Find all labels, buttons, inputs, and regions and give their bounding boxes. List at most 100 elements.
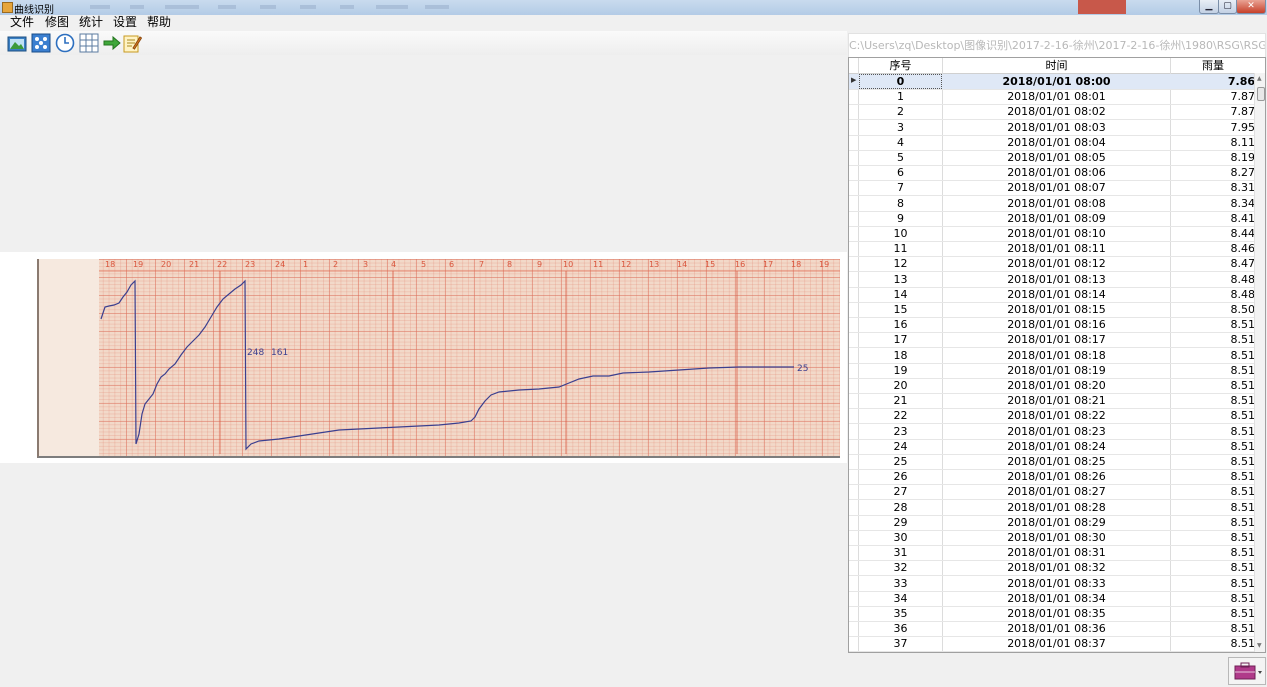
cell-rainfall[interactable]: 8.51 — [1171, 484, 1256, 499]
cell-time[interactable]: 2018/01/01 08:10 — [943, 226, 1170, 241]
cell-index[interactable]: 35 — [859, 606, 942, 621]
cell-index[interactable]: 31 — [859, 545, 942, 560]
table-row[interactable]: 35 2018/01/01 08:35 8.51 — [849, 606, 1257, 622]
table-row[interactable]: 34 2018/01/01 08:34 8.51 — [849, 591, 1257, 607]
cell-rainfall[interactable]: 8.41 — [1171, 211, 1256, 226]
cell-rainfall[interactable]: 8.47 — [1171, 256, 1256, 271]
cell-index[interactable]: 32 — [859, 560, 942, 575]
table-row[interactable]: 32 2018/01/01 08:32 8.51 — [849, 560, 1257, 577]
file-path-field[interactable]: C:\Users\zq\Desktop\图像识别\2017-2-16-徐州\20… — [848, 33, 1266, 58]
table-row[interactable]: 17 2018/01/01 08:17 8.51 — [849, 332, 1257, 349]
table-row[interactable]: 19 2018/01/01 08:19 8.51 — [849, 363, 1257, 379]
table-row[interactable]: 30 2018/01/01 08:30 8.51 — [849, 530, 1257, 546]
cell-rainfall[interactable]: 8.44 — [1171, 226, 1256, 241]
table-row[interactable]: 31 2018/01/01 08:31 8.51 — [849, 545, 1257, 562]
cell-index[interactable]: 24 — [859, 439, 942, 454]
cell-time[interactable]: 2018/01/01 08:29 — [943, 515, 1170, 530]
cell-rainfall[interactable]: 8.51 — [1171, 424, 1256, 439]
cell-rainfall[interactable]: 7.87 — [1171, 104, 1256, 119]
cell-time[interactable]: 2018/01/01 08:33 — [943, 576, 1170, 591]
cell-rainfall[interactable]: 8.51 — [1171, 393, 1256, 408]
cell-rainfall[interactable]: 8.46 — [1171, 241, 1256, 256]
cell-time[interactable]: 2018/01/01 08:07 — [943, 180, 1170, 195]
table-row[interactable]: 5 2018/01/01 08:05 8.19 — [849, 150, 1257, 166]
table-row[interactable]: 18 2018/01/01 08:18 8.51 — [849, 348, 1257, 364]
cell-index[interactable]: 22 — [859, 408, 942, 423]
scroll-up-icon[interactable]: ▲ — [1257, 75, 1262, 82]
menu-statistics[interactable]: 统计 — [79, 15, 103, 30]
menu-edit-image[interactable]: 修图 — [45, 15, 69, 30]
cell-index[interactable]: 5 — [859, 150, 942, 165]
cell-rainfall[interactable]: 8.51 — [1171, 515, 1256, 530]
cell-rainfall[interactable]: 8.51 — [1171, 454, 1256, 469]
cell-index[interactable]: 36 — [859, 621, 942, 636]
table-row[interactable]: 13 2018/01/01 08:13 8.48 — [849, 272, 1257, 288]
cell-rainfall[interactable]: 8.51 — [1171, 591, 1256, 606]
table-row[interactable]: 23 2018/01/01 08:23 8.51 — [849, 424, 1257, 440]
cell-time[interactable]: 2018/01/01 08:08 — [943, 196, 1170, 211]
cell-index[interactable]: 10 — [859, 226, 942, 241]
cell-index[interactable]: 1 — [859, 89, 942, 104]
cell-index[interactable]: 4 — [859, 135, 942, 150]
cell-time[interactable]: 2018/01/01 08:03 — [943, 120, 1170, 135]
cell-rainfall[interactable]: 8.51 — [1171, 408, 1256, 423]
cell-time[interactable]: 2018/01/01 08:09 — [943, 211, 1170, 226]
cell-time[interactable]: 2018/01/01 08:05 — [943, 150, 1170, 165]
table-row[interactable]: 8 2018/01/01 08:08 8.34 — [849, 196, 1257, 212]
cell-time[interactable]: 2018/01/01 08:00 — [943, 74, 1170, 89]
cell-time[interactable]: 2018/01/01 08:30 — [943, 530, 1170, 545]
column-header-rainfall[interactable]: 雨量 — [1171, 58, 1255, 74]
minimize-button[interactable]: ▁ — [1199, 0, 1219, 14]
table-row[interactable]: 36 2018/01/01 08:36 8.51 — [849, 621, 1257, 638]
cell-rainfall[interactable]: 8.51 — [1171, 545, 1256, 560]
cell-index[interactable]: 25 — [859, 454, 942, 469]
table-row[interactable]: 4 2018/01/01 08:04 8.11 — [849, 135, 1257, 151]
scroll-down-icon[interactable]: ▼ — [1257, 642, 1262, 649]
cell-rainfall[interactable]: 8.48 — [1171, 272, 1256, 287]
cell-index[interactable]: 6 — [859, 165, 942, 180]
cell-time[interactable]: 2018/01/01 08:16 — [943, 317, 1170, 332]
cell-rainfall[interactable]: 8.51 — [1171, 363, 1256, 378]
toolbox-button[interactable] — [1228, 657, 1266, 685]
cell-index[interactable]: 21 — [859, 393, 942, 408]
table-row[interactable]: 10 2018/01/01 08:10 8.44 — [849, 226, 1257, 242]
cell-time[interactable]: 2018/01/01 08:25 — [943, 454, 1170, 469]
cell-time[interactable]: 2018/01/01 08:34 — [943, 591, 1170, 606]
table-row[interactable]: 12 2018/01/01 08:12 8.47 — [849, 256, 1257, 273]
menu-settings[interactable]: 设置 — [113, 15, 137, 30]
arrow-right-icon[interactable] — [102, 33, 122, 53]
cell-index[interactable]: 2 — [859, 104, 942, 119]
cell-rainfall[interactable]: 7.86 — [1171, 74, 1255, 89]
cell-rainfall[interactable]: 8.51 — [1171, 348, 1256, 363]
cell-index[interactable]: 19 — [859, 363, 942, 378]
clock-icon[interactable] — [55, 33, 75, 53]
table-row[interactable]: 28 2018/01/01 08:28 8.51 — [849, 500, 1257, 516]
cell-index[interactable]: 26 — [859, 469, 942, 484]
cell-rainfall[interactable]: 8.50 — [1171, 302, 1256, 317]
cell-index[interactable]: 7 — [859, 180, 942, 195]
table-row[interactable]: 2 2018/01/01 08:02 7.87 — [849, 104, 1257, 121]
cell-time[interactable]: 2018/01/01 08:12 — [943, 256, 1170, 271]
table-row[interactable]: 33 2018/01/01 08:33 8.51 — [849, 576, 1257, 592]
cell-time[interactable]: 2018/01/01 08:22 — [943, 408, 1170, 423]
cell-time[interactable]: 2018/01/01 08:23 — [943, 424, 1170, 439]
cell-rainfall[interactable]: 7.87 — [1171, 89, 1256, 104]
cell-time[interactable]: 2018/01/01 08:35 — [943, 606, 1170, 621]
cell-index[interactable]: 13 — [859, 272, 942, 287]
cell-index[interactable]: 11 — [859, 241, 942, 256]
cell-time[interactable]: 2018/01/01 08:20 — [943, 378, 1170, 393]
table-row[interactable]: 11 2018/01/01 08:11 8.46 — [849, 241, 1257, 258]
menu-help[interactable]: 帮助 — [147, 15, 171, 30]
table-row[interactable]: 21 2018/01/01 08:21 8.51 — [849, 393, 1257, 410]
cell-rainfall[interactable]: 8.34 — [1171, 196, 1256, 211]
cell-rainfall[interactable]: 8.51 — [1171, 560, 1256, 575]
cell-time[interactable]: 2018/01/01 08:02 — [943, 104, 1170, 119]
table-row[interactable]: 29 2018/01/01 08:29 8.51 — [849, 515, 1257, 531]
cell-time[interactable]: 2018/01/01 08:13 — [943, 272, 1170, 287]
cell-index[interactable]: 29 — [859, 515, 942, 530]
cell-time[interactable]: 2018/01/01 08:28 — [943, 500, 1170, 515]
menu-file[interactable]: 文件 — [10, 15, 34, 30]
table-row[interactable]: 27 2018/01/01 08:27 8.51 — [849, 484, 1257, 501]
cell-index[interactable]: 27 — [859, 484, 942, 499]
cell-rainfall[interactable]: 8.27 — [1171, 165, 1256, 180]
